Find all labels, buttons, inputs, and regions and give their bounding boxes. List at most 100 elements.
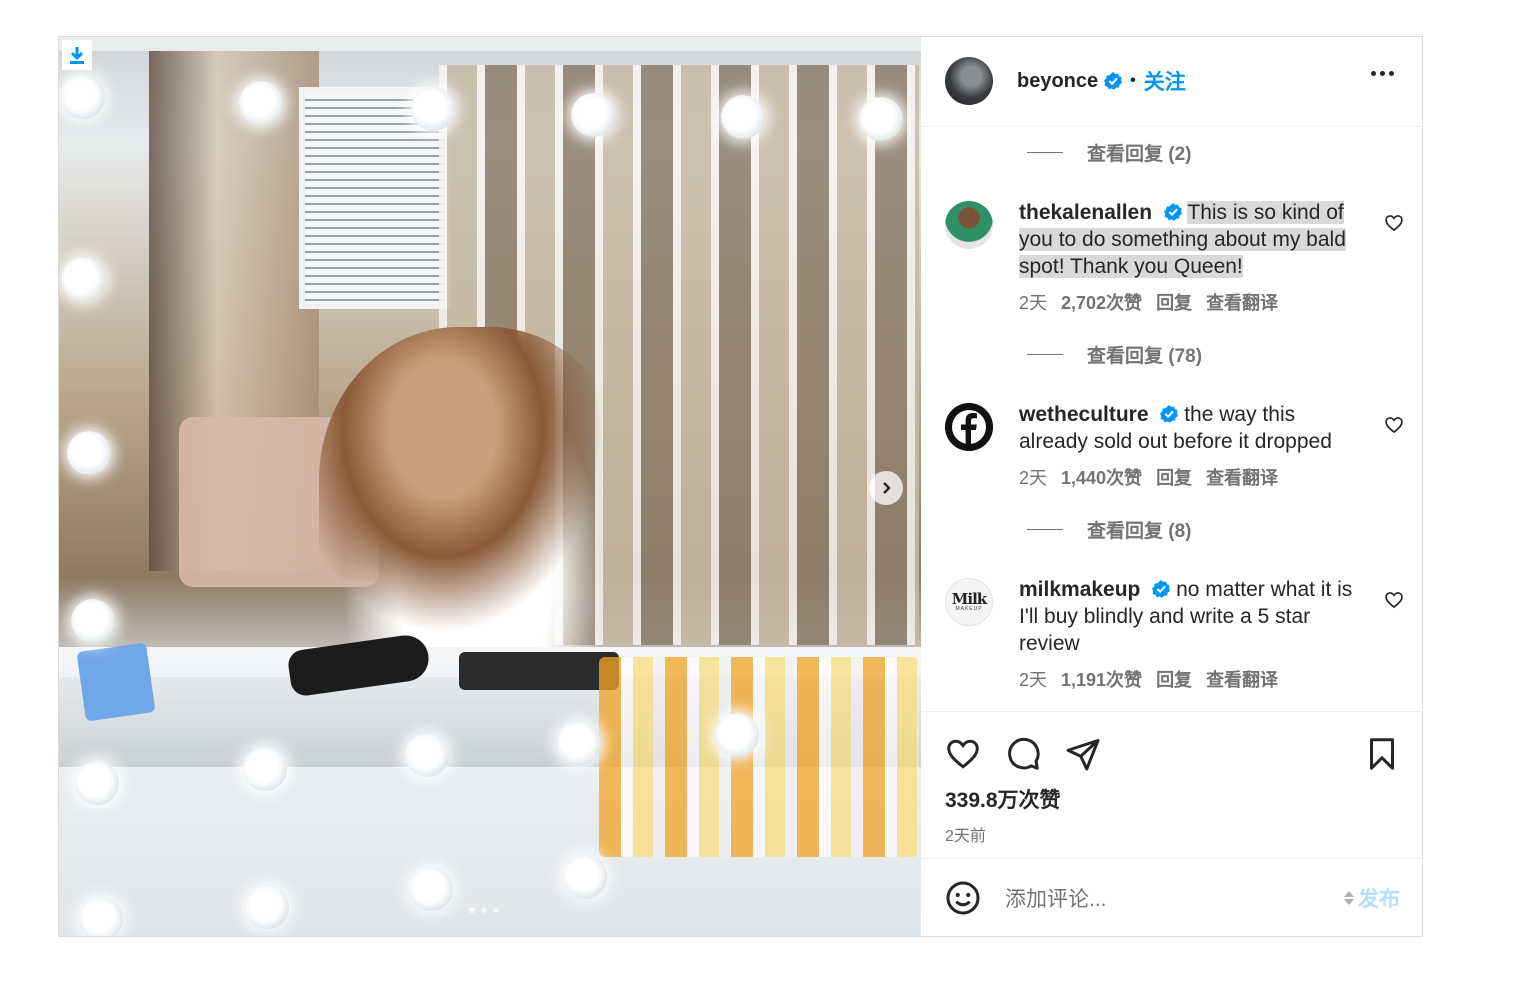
mirror-bulb (243, 747, 287, 791)
commenter-avatar[interactable] (945, 200, 993, 249)
view-replies-button[interactable]: 查看回复 (8) (1027, 504, 1424, 556)
next-slide-button[interactable] (869, 471, 903, 505)
commenter-avatar[interactable]: Milk MAKEUP (945, 577, 993, 626)
view-replies-label: 查看回复 (78) (1087, 346, 1203, 368)
post-header: beyonce • 关注 (921, 37, 1424, 127)
author-username[interactable]: beyonce (1017, 70, 1098, 93)
download-icon (70, 47, 84, 64)
comment-icon[interactable] (1005, 736, 1041, 772)
more-horizontal-icon (1371, 71, 1376, 76)
image-person (319, 327, 629, 667)
resize-handle-icon (1344, 890, 1354, 905)
verified-badge-icon (1160, 404, 1179, 423)
image-blue-box (76, 642, 156, 722)
mirror-bulb (721, 95, 765, 139)
milk-logo-text: Milk (951, 589, 987, 608)
mirror-bulb (563, 855, 607, 899)
mirror-bulb (859, 97, 903, 141)
comment-item: thekalenallen This is so kind of you to … (921, 199, 1424, 317)
view-replies-button[interactable]: 查看回复 (78) (1027, 329, 1424, 381)
likes-count[interactable]: 339.8万次赞 (945, 784, 1400, 814)
send-icon[interactable] (1065, 736, 1101, 772)
comment-meta: 2天 1,191次赞 回复 查看翻译 (1019, 667, 1364, 694)
replies-line (1027, 354, 1063, 356)
mirror-bulb (557, 721, 601, 765)
view-replies-label: 查看回复 (2) (1087, 144, 1192, 166)
replies-line (1027, 152, 1063, 154)
mirror-bulb (239, 81, 283, 125)
chevron-right-icon (883, 482, 891, 494)
mirror-bulb (405, 733, 449, 777)
facebook-icon (945, 402, 993, 451)
mirror-bulb (409, 867, 453, 911)
posted-time[interactable]: 2天前 (945, 822, 1400, 846)
comment-body: wetheculture the way this already sold o… (1019, 401, 1364, 492)
image-bottles (599, 657, 919, 857)
post-comment-button[interactable]: 发布 (1344, 883, 1400, 913)
more-options-button[interactable] (1371, 71, 1394, 76)
comment-body: thekalenallen This is so kind of you to … (1019, 199, 1364, 317)
comment-item: wetheculture the way this already sold o… (921, 401, 1424, 492)
comment-meta: 2天 1,440次赞 回复 查看翻译 (1019, 465, 1364, 492)
translate-button[interactable]: 查看翻译 (1206, 667, 1278, 694)
translate-button[interactable]: 查看翻译 (1206, 465, 1278, 492)
mirror-bulb (715, 713, 759, 757)
comment-like-icon[interactable] (1384, 590, 1404, 610)
commenter-username[interactable]: thekalenallen (1019, 201, 1152, 224)
comment-meta: 2天 2,702次赞 回复 查看翻译 (1019, 290, 1364, 317)
heart-icon[interactable] (945, 736, 981, 772)
carousel-dot (493, 907, 499, 913)
post-dialog: beyonce • 关注 查看回复 (2) thekalenallen This… (58, 36, 1424, 937)
post-image[interactable] (59, 37, 921, 936)
verified-badge-icon (1163, 202, 1182, 221)
comment-time: 2天 (1019, 292, 1048, 313)
comment-likes[interactable]: 1,440次赞 (1061, 465, 1142, 492)
mirror-bulb (571, 93, 615, 137)
author-avatar[interactable] (945, 57, 993, 106)
comments-list[interactable]: 查看回复 (2) thekalenallen This is so kind o… (921, 127, 1424, 711)
view-replies-button[interactable]: 查看回复 (2) (1027, 127, 1424, 179)
comment-likes[interactable]: 2,702次赞 (1061, 290, 1142, 317)
mirror-bulb (79, 897, 123, 936)
comment-composer: 添加评论... 发布 (921, 858, 1424, 936)
carousel-dot (469, 907, 475, 913)
download-button[interactable] (62, 40, 92, 70)
milk-logo-subtext: MAKEUP (955, 605, 983, 612)
follow-button[interactable]: 关注 (1144, 66, 1186, 96)
comment-like-icon[interactable] (1384, 213, 1404, 233)
post-button-label: 发布 (1358, 887, 1400, 911)
verified-badge-icon (1152, 579, 1171, 598)
mirror-bulb (61, 257, 105, 301)
mirror-bulb (67, 431, 111, 475)
commenter-username[interactable]: wetheculture (1019, 403, 1149, 426)
reply-button[interactable]: 回复 (1156, 290, 1192, 317)
mirror-bulb (411, 87, 455, 131)
replies-line (1027, 529, 1063, 531)
comment-input[interactable]: 添加评论... (1005, 883, 1344, 913)
post-side-panel: beyonce • 关注 查看回复 (2) thekalenallen This… (921, 37, 1424, 936)
comment-likes[interactable]: 1,191次赞 (1061, 667, 1142, 694)
action-icons (945, 712, 1400, 772)
commenter-username[interactable]: milkmakeup (1019, 578, 1140, 601)
mirror-frame (59, 37, 921, 51)
header-separator: • (1130, 72, 1136, 90)
mirror-bulb (245, 885, 289, 929)
post-actions: 339.8万次赞 2天前 (921, 710, 1424, 859)
reply-button[interactable]: 回复 (1156, 465, 1192, 492)
comment-item: Milk MAKEUP milkmakeup no matter what it… (921, 576, 1424, 694)
comment-time: 2天 (1019, 669, 1048, 690)
comment-time: 2天 (1019, 467, 1048, 488)
mirror-bulb (75, 761, 119, 805)
commenter-avatar[interactable] (945, 402, 993, 451)
comment-body: milkmakeup no matter what it is I'll buy… (1019, 576, 1364, 694)
mirror-bulb (61, 75, 105, 119)
comment-like-icon[interactable] (1384, 415, 1404, 435)
translate-button[interactable]: 查看翻译 (1206, 290, 1278, 317)
carousel-dot (481, 907, 487, 913)
emoji-icon[interactable] (945, 880, 981, 916)
image-tray (459, 652, 619, 690)
bookmark-icon[interactable] (1364, 736, 1400, 772)
reply-button[interactable]: 回复 (1156, 667, 1192, 694)
carousel-dots (469, 907, 499, 913)
mirror-bulb (71, 599, 115, 643)
